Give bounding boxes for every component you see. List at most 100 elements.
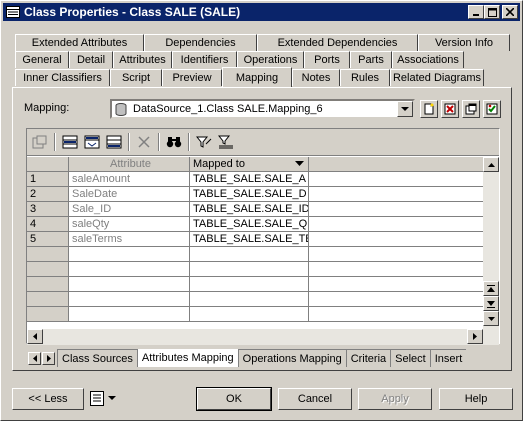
add-row-icon[interactable]: [59, 132, 81, 152]
tab-label: Associations: [397, 54, 459, 66]
vertical-scrollbar[interactable]: [483, 157, 499, 345]
empty-row[interactable]: [27, 262, 483, 277]
help-button[interactable]: Help: [439, 388, 513, 410]
tab-label: Rules: [350, 72, 380, 84]
subtab-criteria[interactable]: Criteria: [345, 349, 391, 367]
cancel-button[interactable]: Cancel: [278, 388, 352, 410]
add-attributes-icon[interactable]: [103, 132, 125, 152]
tab-extended-dependencies[interactable]: Extended Dependencies: [257, 34, 418, 51]
row-number: [27, 292, 69, 307]
mapped-to-cell[interactable]: [190, 277, 309, 292]
attribute-cell[interactable]: [69, 277, 190, 292]
scroll-down-button[interactable]: [483, 311, 499, 326]
subtab-next-button[interactable]: [42, 351, 55, 365]
table-row[interactable]: 1 saleAmount TABLE_SALE.SALE_A: [27, 172, 483, 187]
new-mapping-button[interactable]: [420, 100, 438, 118]
window-title: Class Properties - Class SALE (SALE): [24, 5, 241, 19]
tab-associations[interactable]: Associations: [392, 51, 464, 68]
attribute-cell[interactable]: saleTerms: [69, 232, 190, 247]
attribute-cell[interactable]: saleQty: [69, 217, 190, 232]
properties-icon[interactable]: [29, 132, 51, 152]
empty-row[interactable]: [27, 292, 483, 307]
scroll-top-button[interactable]: [483, 281, 499, 296]
subtab-insert[interactable]: Insert: [429, 349, 467, 367]
empty-row[interactable]: [27, 307, 483, 322]
close-button[interactable]: [502, 5, 518, 19]
mapped-to-cell[interactable]: TABLE_SALE.SALE_D: [190, 187, 309, 202]
scroll-track[interactable]: [43, 329, 467, 345]
tab-inner-classifiers[interactable]: Inner Classifiers: [15, 69, 110, 86]
find-icon[interactable]: [163, 132, 185, 152]
scroll-right-button[interactable]: [467, 329, 483, 344]
attribute-cell[interactable]: Sale_ID: [69, 202, 190, 217]
attribute-cell[interactable]: [69, 292, 190, 307]
tab-attributes[interactable]: Attributes: [113, 51, 172, 68]
tab-preview[interactable]: Preview: [162, 69, 222, 86]
empty-cell: [309, 202, 483, 217]
table-row[interactable]: 5 saleTerms TABLE_SALE.SALE_TE: [27, 232, 483, 247]
subtab-attributes-mapping[interactable]: Attributes Mapping: [136, 349, 238, 367]
mapped-to-cell[interactable]: TABLE_SALE.SALE_A: [190, 172, 309, 187]
empty-row[interactable]: [27, 277, 483, 292]
row-header-corner: [27, 157, 69, 172]
tab-detail[interactable]: Detail: [69, 51, 113, 68]
scroll-bottom-button[interactable]: [483, 296, 499, 311]
check-model-button[interactable]: [483, 100, 501, 118]
less-button[interactable]: << Less: [12, 388, 84, 410]
tab-ports[interactable]: Ports: [304, 51, 350, 68]
attributes-mapping-grid: Attribute Mapped to 1 saleAmount TABLE_S…: [26, 128, 500, 345]
table-row[interactable]: 2 SaleDate TABLE_SALE.SALE_D: [27, 187, 483, 202]
tab-script[interactable]: Script: [110, 69, 162, 86]
insert-row-icon[interactable]: [81, 132, 103, 152]
tab-label: Notes: [301, 72, 331, 84]
subtab-operations-mapping[interactable]: Operations Mapping: [237, 349, 346, 367]
attribute-cell[interactable]: saleAmount: [69, 172, 190, 187]
apply-button[interactable]: Apply: [358, 388, 432, 410]
empty-row[interactable]: [27, 247, 483, 262]
tab-version-info[interactable]: Version Info: [418, 34, 510, 51]
tab-parts[interactable]: Parts: [350, 51, 392, 68]
tab-related-diagrams[interactable]: Related Diagrams: [390, 69, 484, 86]
menu-dropdown-button[interactable]: [90, 391, 116, 406]
attribute-cell[interactable]: [69, 247, 190, 262]
column-header-attribute[interactable]: Attribute: [69, 157, 190, 172]
tab-mapping[interactable]: Mapping: [222, 67, 292, 87]
tab-rules[interactable]: Rules: [340, 69, 390, 86]
column-header-mapped-to[interactable]: Mapped to: [190, 157, 309, 172]
subtab-class-sources[interactable]: Class Sources: [57, 349, 137, 367]
attribute-cell[interactable]: [69, 307, 190, 322]
clear-filter-icon[interactable]: [215, 132, 237, 152]
subtab-select[interactable]: Select: [390, 349, 430, 367]
tab-identifiers[interactable]: Identifiers: [172, 51, 237, 68]
table-row[interactable]: 3 Sale_ID TABLE_SALE.SALE_ID: [27, 202, 483, 217]
scroll-left-button[interactable]: [27, 329, 43, 344]
delete-mapping-button[interactable]: [441, 100, 459, 118]
mapped-to-cell[interactable]: TABLE_SALE.SALE_Q: [190, 217, 309, 232]
attribute-cell[interactable]: [69, 262, 190, 277]
mapping-select[interactable]: DataSource_1.Class SALE.Mapping_6: [110, 99, 415, 119]
chevron-down-icon[interactable]: [397, 101, 413, 117]
delete-icon[interactable]: [133, 132, 155, 152]
tab-extended-attributes[interactable]: Extended Attributes: [15, 34, 144, 51]
filter-icon[interactable]: [193, 132, 215, 152]
subtab-prev-button[interactable]: [28, 351, 41, 365]
mapped-to-cell[interactable]: [190, 292, 309, 307]
minimize-button[interactable]: [468, 5, 484, 19]
scroll-up-button[interactable]: [483, 157, 499, 172]
mapped-to-cell[interactable]: TABLE_SALE.SALE_TE: [190, 232, 309, 247]
attribute-cell[interactable]: SaleDate: [69, 187, 190, 202]
ok-button[interactable]: OK: [196, 387, 272, 411]
tab-notes[interactable]: Notes: [292, 69, 340, 86]
table-row[interactable]: 4 saleQty TABLE_SALE.SALE_Q: [27, 217, 483, 232]
horizontal-scrollbar[interactable]: [27, 329, 483, 345]
tab-general[interactable]: General: [15, 51, 69, 68]
tab-dependencies[interactable]: Dependencies: [144, 34, 257, 51]
mapped-to-cell[interactable]: [190, 247, 309, 262]
scroll-track[interactable]: [483, 172, 499, 281]
mapped-to-cell[interactable]: [190, 262, 309, 277]
mapped-to-cell[interactable]: [190, 307, 309, 322]
properties-button[interactable]: [462, 100, 480, 118]
mapped-to-cell[interactable]: TABLE_SALE.SALE_ID: [190, 202, 309, 217]
tab-operations[interactable]: Operations: [237, 51, 304, 68]
maximize-button[interactable]: [484, 5, 500, 19]
